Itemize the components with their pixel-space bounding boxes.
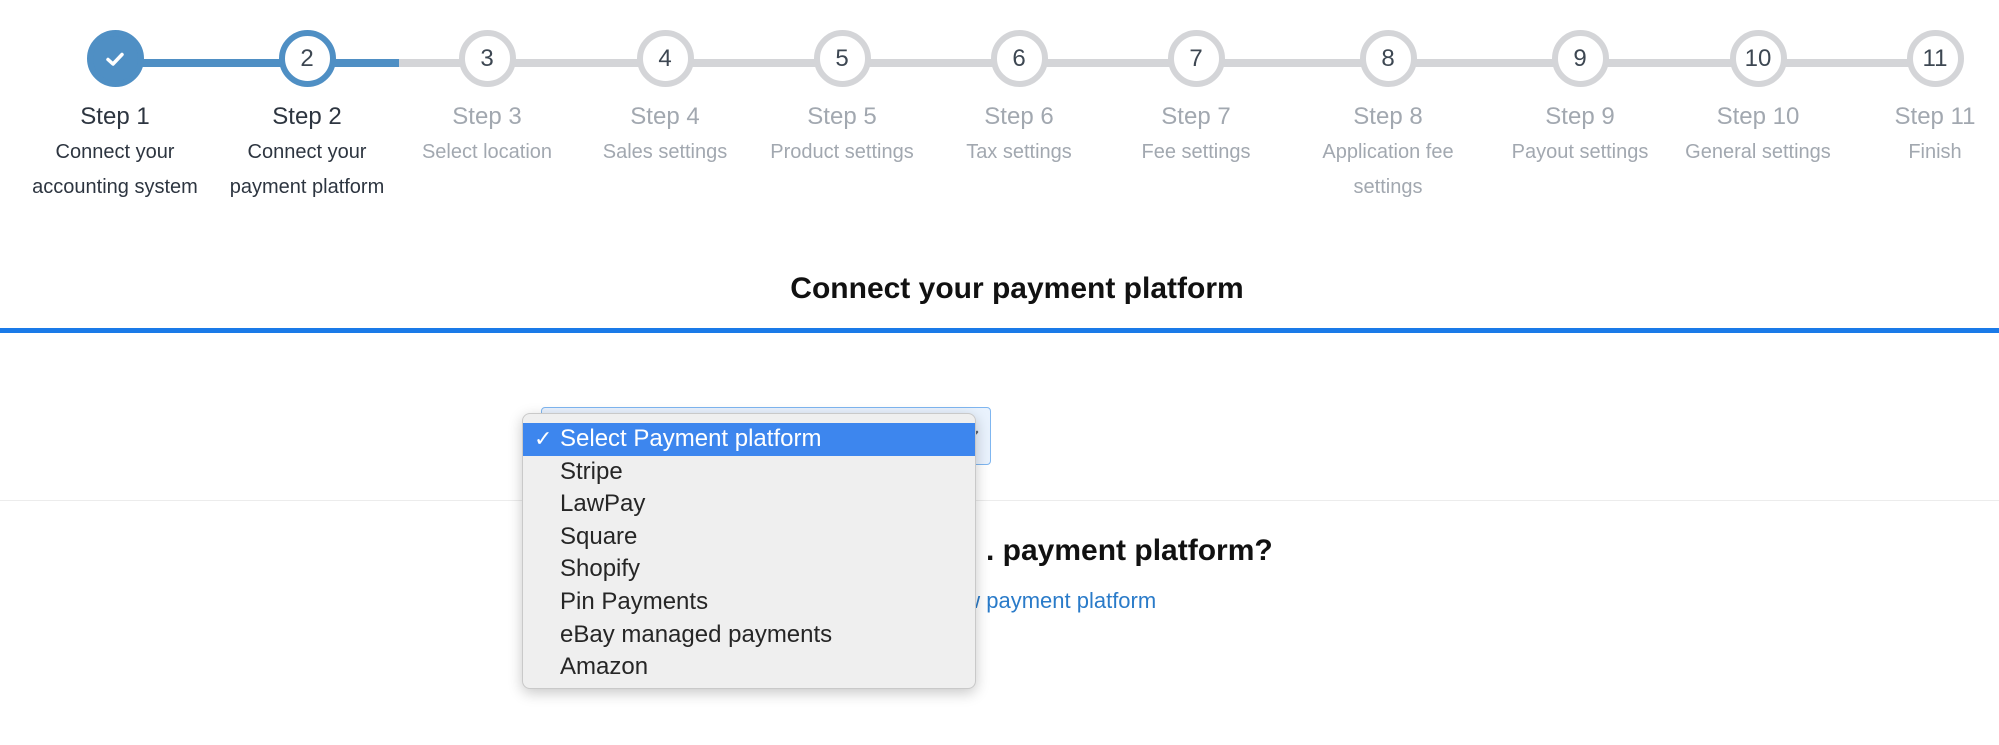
- step-number: 10: [1744, 44, 1772, 72]
- step-circle: 9: [1551, 30, 1609, 87]
- dropdown-option-label: Square: [560, 522, 638, 550]
- step-9: 9 Step 9 Payout settings: [1480, 30, 1680, 170]
- step-description: Tax settings: [966, 141, 1072, 163]
- step-circle: 11: [1906, 30, 1964, 87]
- step-3: 3 Step 3 Select location: [387, 30, 587, 170]
- step-1: Step 1 Connect your accounting system: [15, 30, 215, 205]
- step-description: Sales settings: [602, 141, 728, 163]
- step-description: Application fee settings: [1322, 141, 1454, 198]
- step-description: Fee settings: [1141, 141, 1251, 163]
- title-divider: [0, 328, 1999, 333]
- help-heading: . payment platform?: [986, 534, 1273, 567]
- payment-platform-dropdown-menu[interactable]: ✓ Select Payment platform Stripe LawPay Squa…: [522, 413, 976, 689]
- dropdown-option[interactable]: ✓ Select Payment platform: [523, 423, 975, 456]
- step-title: Step 11: [1894, 103, 1976, 130]
- step-8: 8 Step 8 Application fee settings: [1288, 30, 1488, 205]
- step-description: Finish: [1908, 141, 1962, 163]
- dropdown-option-label: LawPay: [560, 490, 646, 518]
- step-description: General settings: [1685, 141, 1831, 163]
- step-number: 8: [1381, 44, 1395, 72]
- step-description: Connect your accounting system: [32, 141, 198, 198]
- dropdown-option[interactable]: LawPay: [523, 488, 975, 521]
- dropdown-option[interactable]: eBay managed payments: [523, 619, 975, 652]
- dropdown-option[interactable]: Amazon: [523, 651, 975, 684]
- step-title: Step 1: [80, 103, 150, 130]
- step-number: 5: [835, 44, 849, 72]
- step-title: Step 2: [272, 103, 342, 130]
- step-title: Step 6: [984, 103, 1054, 130]
- step-circle: 5: [813, 30, 871, 87]
- request-platform-link[interactable]: ew payment platform: [952, 588, 1156, 614]
- step-7: 7 Step 7 Fee settings: [1096, 30, 1296, 170]
- step-circle: 2: [278, 30, 336, 87]
- page-title: Connect your payment platform: [790, 272, 1244, 305]
- step-title: Step 10: [1716, 103, 1800, 130]
- dropdown-option[interactable]: Square: [523, 521, 975, 554]
- dropdown-option-label: eBay managed payments: [560, 620, 833, 648]
- step-title: Step 8: [1353, 103, 1423, 130]
- dropdown-option[interactable]: Pin Payments: [523, 586, 975, 619]
- step-number: 11: [1922, 44, 1948, 72]
- step-2: 2 Step 2 Connect your payment platform: [207, 30, 407, 205]
- step-4: 4 Step 4 Sales settings: [565, 30, 765, 170]
- dropdown-option-label: Pin Payments: [560, 587, 709, 615]
- step-title: Step 4: [630, 103, 700, 130]
- step-circle: 3: [458, 30, 516, 87]
- step-circle: 4: [636, 30, 694, 87]
- dropdown-option-label: Shopify: [560, 555, 641, 583]
- dropdown-option[interactable]: Shopify: [523, 553, 975, 586]
- step-description: Connect your payment platform: [229, 141, 385, 198]
- step-title: Step 5: [807, 103, 877, 130]
- dropdown-option-label: Amazon: [560, 653, 649, 681]
- step-number: 2: [300, 44, 314, 72]
- step-description: Select location: [421, 141, 553, 163]
- step-5: 5 Step 5 Product settings: [742, 30, 942, 170]
- step-circle: 7: [1167, 30, 1225, 87]
- setup-stepper: Step 1 Connect your accounting system 2 Ste…: [0, 0, 1999, 220]
- step-description: Payout settings: [1511, 141, 1649, 163]
- step-title: Step 9: [1545, 103, 1615, 130]
- dropdown-option-label: Select Payment platform: [560, 425, 822, 452]
- check-icon: [106, 52, 124, 66]
- step-circle: 6: [990, 30, 1048, 87]
- step-circle: [86, 30, 144, 87]
- step-10: 10 Step 10 General settings: [1658, 30, 1858, 170]
- step-circle: 10: [1729, 30, 1787, 87]
- step-circle: 8: [1359, 30, 1417, 87]
- step-number: 3: [480, 44, 494, 72]
- step-number: 9: [1573, 44, 1587, 72]
- step-description: Product settings: [770, 141, 914, 163]
- step-number: 4: [658, 44, 672, 72]
- step-11: 11 Step 11 Finish: [1835, 30, 1999, 170]
- step-number: 6: [1012, 44, 1026, 72]
- step-title: Step 3: [452, 103, 522, 130]
- step-title: Step 7: [1161, 103, 1231, 130]
- step-6: 6 Step 6 Tax settings: [919, 30, 1119, 170]
- dropdown-option[interactable]: Stripe: [523, 456, 975, 489]
- checkmark-icon: ✓: [534, 426, 553, 451]
- step-number: 7: [1189, 44, 1203, 72]
- section-divider: [0, 500, 1999, 501]
- dropdown-option-label: Stripe: [560, 457, 623, 485]
